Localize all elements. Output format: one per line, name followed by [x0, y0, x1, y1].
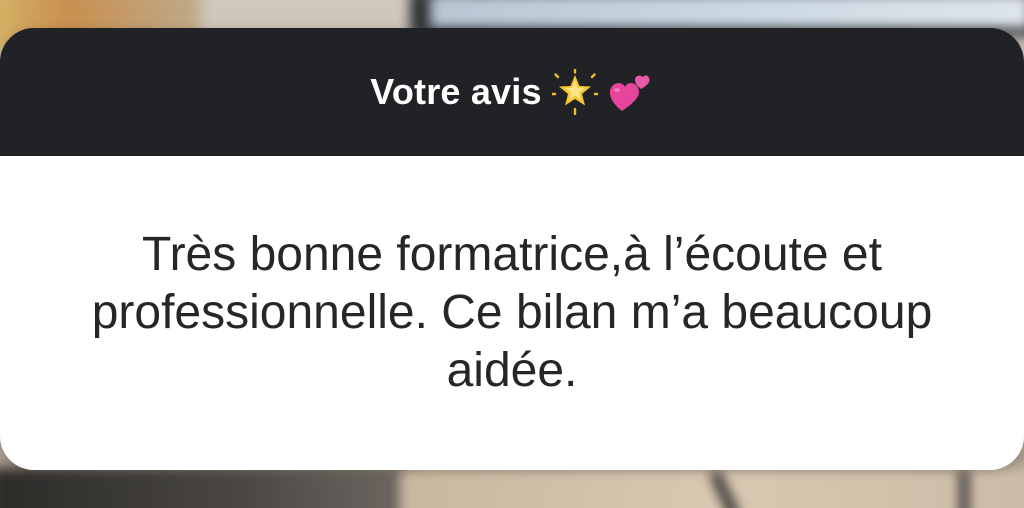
question-sticker-card[interactable]: Votre avis Très bonne formatrice,à l’éco… [0, 28, 1024, 470]
background-cable-right [960, 470, 968, 508]
answer-area: Très bonne formatrice,à l’écoute et prof… [0, 156, 1024, 470]
question-title: Votre avis [370, 71, 542, 112]
glowing-star-icon [551, 69, 598, 115]
two-hearts-icon [609, 75, 650, 111]
answer-text: Très bonne formatrice,à l’écoute et prof… [91, 228, 933, 397]
background-keyboard [0, 468, 410, 508]
background-monitor-screen [430, 0, 1024, 28]
question-header: Votre avis [0, 28, 1024, 156]
question-title-row: Votre avis [370, 69, 653, 115]
